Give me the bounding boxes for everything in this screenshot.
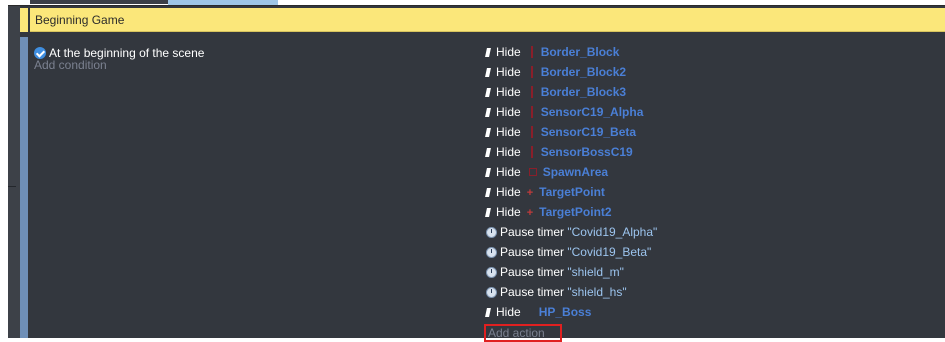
sprite-object-icon — [530, 126, 533, 138]
action-verb: Hide — [496, 45, 521, 59]
sprite-object-icon — [530, 66, 533, 78]
timer-name: "shield_hs" — [567, 285, 627, 299]
timer-icon — [486, 287, 497, 298]
action-object: SensorBossC19 — [540, 145, 633, 159]
action-row[interactable]: Hide HP_Boss — [485, 302, 592, 322]
action-verb: Hide — [496, 305, 521, 319]
action-verb: Hide — [496, 105, 521, 119]
action-verb: Hide — [496, 205, 521, 219]
action-verb: Hide — [496, 145, 521, 159]
point-object-icon: + — [526, 187, 534, 199]
timer-name: "Covid19_Alpha" — [567, 225, 658, 239]
action-row[interactable]: Hide Border_Block3 — [485, 82, 627, 102]
timer-icon — [486, 267, 497, 278]
action-row[interactable]: Hide Border_Block2 — [485, 62, 627, 82]
action-row[interactable]: Pause timer "Covid19_Alpha" — [486, 222, 657, 242]
action-object: TargetPoint2 — [539, 205, 612, 219]
hide-icon — [485, 188, 491, 197]
hide-icon — [485, 128, 491, 137]
action-verb: Hide — [496, 65, 521, 79]
conditions-column: At the beginning of the scene Add condit… — [30, 37, 476, 338]
action-row[interactable]: Hide SpawnArea — [485, 162, 609, 182]
hide-icon — [485, 88, 491, 97]
point-object-icon: + — [526, 207, 534, 219]
group-title: Beginning Game — [35, 13, 125, 27]
action-object: Border_Block — [540, 45, 620, 59]
action-row[interactable]: Hide + TargetPoint2 — [485, 202, 612, 222]
events-sheet: Beginning Game At the beginning of the s… — [8, 6, 945, 342]
sprite-object-icon — [530, 46, 533, 58]
hide-icon — [485, 308, 491, 317]
hide-icon — [485, 108, 491, 117]
action-object: SpawnArea — [542, 165, 609, 179]
timer-name: "shield_m" — [567, 265, 624, 279]
action-row[interactable]: Pause timer "shield_hs" — [486, 282, 627, 302]
add-action-link[interactable]: Add action — [484, 324, 562, 342]
action-verb: Hide — [496, 185, 521, 199]
action-row[interactable]: Hide SensorC19_Beta — [485, 122, 637, 142]
hide-icon — [485, 68, 491, 77]
timer-name: "Covid19_Beta" — [567, 245, 652, 259]
timer-icon — [486, 247, 497, 258]
action-row[interactable]: Hide Border_Block — [485, 42, 620, 62]
action-row[interactable]: Pause timer "shield_m" — [486, 262, 624, 282]
actions-column: Hide Border_Block Hide Border_Block2 Hide B… — [476, 37, 945, 342]
hide-icon — [485, 48, 491, 57]
action-row[interactable]: Hide + TargetPoint — [485, 182, 605, 202]
action-verb: Pause timer — [500, 245, 565, 259]
action-object: Border_Block2 — [540, 65, 627, 79]
hide-icon — [485, 148, 491, 157]
action-row[interactable]: Pause timer "Covid19_Beta" — [486, 242, 651, 262]
sprite-object-icon — [530, 146, 533, 158]
action-verb: Hide — [496, 125, 521, 139]
action-object: HP_Boss — [538, 305, 592, 319]
add-condition-link[interactable]: Add condition — [34, 58, 107, 72]
action-verb: Pause timer — [500, 285, 565, 299]
action-verb: Hide — [496, 85, 521, 99]
action-object: SensorC19_Alpha — [540, 105, 644, 119]
action-verb: Pause timer — [500, 265, 565, 279]
action-row[interactable]: Hide SensorC19_Alpha — [485, 102, 644, 122]
hide-icon — [485, 208, 491, 217]
action-object: Border_Block3 — [540, 85, 627, 99]
gutter-tick — [8, 186, 16, 187]
sprite-object-icon — [530, 86, 533, 98]
top-tab — [30, 0, 168, 4]
action-row[interactable]: Hide SensorBossC19 — [485, 142, 633, 162]
sprite-object-icon — [530, 106, 533, 118]
action-verb: Pause timer — [500, 225, 565, 239]
hide-icon — [485, 168, 491, 177]
group-color-bar — [20, 8, 28, 32]
event-handle[interactable] — [20, 37, 28, 338]
group-header[interactable]: Beginning Game — [30, 8, 945, 32]
timer-icon — [486, 227, 497, 238]
action-object: TargetPoint — [539, 185, 605, 199]
events-gutter — [8, 6, 20, 338]
area-object-icon — [528, 168, 537, 176]
action-object: SensorC19_Beta — [540, 125, 637, 139]
action-verb: Hide — [496, 165, 521, 179]
